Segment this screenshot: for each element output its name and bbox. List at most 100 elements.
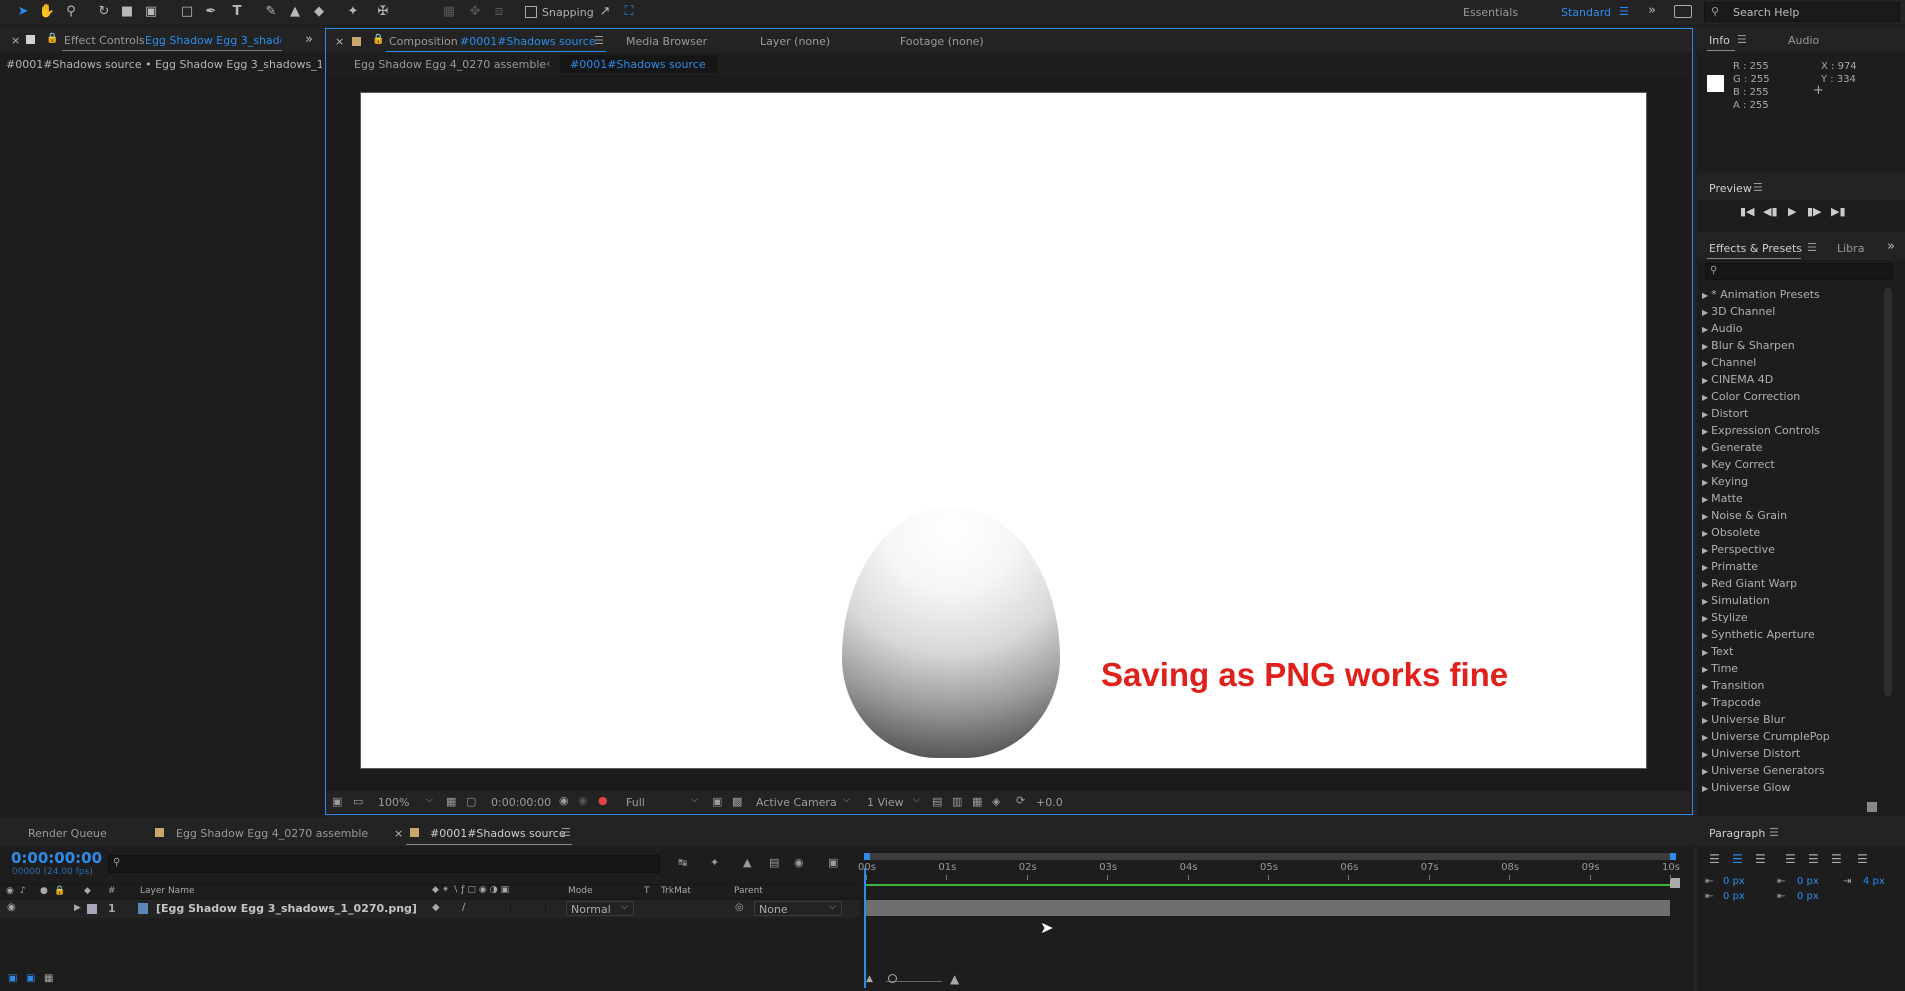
flow-item-current[interactable]: #0001#Shadows source [560, 55, 718, 73]
modes-toggle-icon[interactable]: ▣ [26, 973, 35, 984]
expand-triangle-icon[interactable]: ▶ [1702, 512, 1708, 521]
tab-layer[interactable]: Layer (none) [760, 35, 830, 48]
layer-row[interactable]: ◉ ▶ 1 [Egg Shadow Egg 3_shadows_1_0270.p… [0, 900, 860, 918]
effects-category[interactable]: ▶ Trapcode [1702, 696, 1761, 709]
expand-triangle-icon[interactable]: ▶ [1702, 665, 1708, 674]
axis-view-icon[interactable]: ⧈ [490, 3, 508, 21]
expand-triangle-icon[interactable]: ▶ [1702, 291, 1708, 300]
effects-category[interactable]: ▶ Generate [1702, 441, 1763, 454]
expand-triangle-icon[interactable]: ▶ [1702, 325, 1708, 334]
effect-controls-layer-name[interactable]: Egg Shadow Egg 3_shadov [145, 34, 281, 47]
expand-triangle-icon[interactable]: ▶ [1702, 784, 1708, 793]
new-folder-icon[interactable] [1867, 802, 1877, 812]
timeline-icon[interactable]: ▦ [972, 795, 982, 808]
effects-category[interactable]: ▶ Key Correct [1702, 458, 1775, 471]
tab-info[interactable]: Info [1709, 34, 1730, 47]
zoom-in-icon[interactable]: ▲ [950, 972, 959, 986]
close-timeline-tab-icon[interactable]: × [394, 827, 403, 840]
eraser-tool-icon[interactable]: ◆ [310, 3, 328, 21]
indent-left-value[interactable]: 0 px [1723, 876, 1745, 887]
justify-left-icon[interactable]: ☰ [1785, 852, 1796, 866]
expand-triangle-icon[interactable]: ▶ [1702, 580, 1708, 589]
frame-blending-icon[interactable]: ▤ [769, 856, 779, 869]
zoom-select[interactable]: 100% [378, 796, 409, 809]
selection-tool-icon[interactable]: ➤ [14, 3, 32, 21]
paragraph-menu-icon[interactable]: ☰ [1769, 826, 1779, 839]
views-select[interactable]: 1 View [867, 796, 904, 809]
layer-mode-select[interactable]: Normal ⌵ [566, 901, 634, 916]
expand-triangle-icon[interactable]: ▶ [1702, 444, 1708, 453]
always-preview-icon[interactable]: ▣ [332, 795, 342, 808]
snapshot-camera-icon[interactable]: ◉ [559, 794, 569, 807]
composition-canvas[interactable]: Saving as PNG works fine [360, 92, 1647, 769]
tab-render-queue[interactable]: Render Queue [28, 827, 107, 840]
timeline-current-time[interactable]: 0:00:00:00 [11, 849, 102, 867]
layer-label-color[interactable] [87, 904, 97, 914]
clone-stamp-tool-icon[interactable]: ▲ [286, 3, 304, 21]
effects-category[interactable]: ▶ Text [1702, 645, 1733, 658]
pan-behind-tool-icon[interactable]: ▣ [142, 3, 160, 21]
effects-category[interactable]: ▶ Distort [1702, 407, 1748, 420]
effects-category[interactable]: ▶ Time [1702, 662, 1738, 675]
layer-duration-bar[interactable] [866, 900, 1670, 916]
flow-item-parent[interactable]: Egg Shadow Egg 4_0270 assemble [354, 58, 546, 71]
in-out-toggle-icon[interactable]: ▦ [44, 973, 53, 984]
effects-category[interactable]: ▶ Universe Generators [1702, 764, 1825, 777]
expand-triangle-icon[interactable]: ▶ [1702, 733, 1708, 742]
effects-menu-icon[interactable]: ☰ [1807, 241, 1817, 254]
quality-switch-icon[interactable]: ∕ [462, 902, 465, 913]
expand-triangle-icon[interactable]: ▶ [1702, 682, 1708, 691]
justify-right-icon[interactable]: ☰ [1831, 852, 1842, 866]
camera-chevron-icon[interactable]: ⌵ [843, 795, 850, 805]
tab-shadows-source[interactable]: #0001#Shadows source [430, 827, 566, 840]
effects-category[interactable]: ▶ Matte [1702, 492, 1743, 505]
effects-category[interactable]: ▶ Primatte [1702, 560, 1758, 573]
align-right-icon[interactable]: ☰ [1755, 852, 1766, 866]
effects-category[interactable]: ▶ Transition [1702, 679, 1764, 692]
fast-previews-icon[interactable]: ▥ [952, 795, 962, 808]
views-chevron-icon[interactable]: ⌵ [913, 795, 920, 805]
region-of-interest-icon[interactable]: ▣ [712, 795, 722, 808]
snapping-checkbox[interactable] [525, 6, 537, 18]
comp-switches-icon[interactable]: ▣ [8, 973, 17, 984]
effects-category[interactable]: ▶ * Animation Presets [1702, 288, 1820, 301]
tab-libraries[interactable]: Libra [1837, 242, 1864, 255]
monitor-icon[interactable]: ▭ [353, 795, 363, 808]
layer-expand-icon[interactable]: ▶ [74, 903, 81, 913]
current-time-display[interactable]: 0:00:00:00 [491, 796, 551, 809]
effects-category[interactable]: ▶ Perspective [1702, 543, 1775, 556]
transparency-grid-icon[interactable]: ▩ [732, 795, 742, 808]
toggle-pixel-aspect-icon[interactable]: ▤ [932, 795, 942, 808]
effects-category[interactable]: ▶ Expression Controls [1702, 424, 1820, 437]
effects-category[interactable]: ▶ Universe CrumplePop [1702, 730, 1830, 743]
expand-triangle-icon[interactable]: ▶ [1702, 750, 1708, 759]
effects-category[interactable]: ▶ 3D Channel [1702, 305, 1775, 318]
current-time-indicator[interactable] [864, 868, 866, 988]
work-area-start-handle[interactable] [864, 853, 870, 860]
resolution-select[interactable]: Full [626, 796, 645, 809]
effects-search-input[interactable]: ⚲ [1705, 263, 1893, 280]
effects-category[interactable]: ▶ Simulation [1702, 594, 1770, 607]
tab-media-browser[interactable]: Media Browser [626, 35, 707, 48]
align-left-icon[interactable]: ☰ [1709, 852, 1720, 866]
expand-triangle-icon[interactable]: ▶ [1702, 563, 1708, 572]
axis-world-icon[interactable]: ✥ [466, 3, 484, 21]
axis-local-icon[interactable]: ▦ [440, 3, 458, 21]
rotation-tool-icon[interactable]: ↻ [95, 3, 113, 21]
exposure-value[interactable]: +0.0 [1036, 796, 1063, 809]
justify-center-icon[interactable]: ☰ [1808, 852, 1819, 866]
layer-name[interactable]: [Egg Shadow Egg 3_shadows_1_0270.png] [156, 902, 417, 915]
tab-audio[interactable]: Audio [1788, 34, 1819, 47]
effects-category[interactable]: ▶ Synthetic Aperture [1702, 628, 1815, 641]
tab-footage[interactable]: Footage (none) [900, 35, 984, 48]
expand-triangle-icon[interactable]: ▶ [1702, 410, 1708, 419]
expand-triangle-icon[interactable]: ▶ [1702, 393, 1708, 402]
expand-triangle-icon[interactable]: ▶ [1702, 716, 1708, 725]
expand-triangle-icon[interactable]: ▶ [1702, 461, 1708, 470]
expand-triangle-icon[interactable]: ▶ [1702, 597, 1708, 606]
effects-category[interactable]: ▶ Obsolete [1702, 526, 1760, 539]
col-layer-name[interactable]: Layer Name [140, 886, 195, 896]
expand-triangle-icon[interactable]: ▶ [1702, 478, 1708, 487]
effects-scrollbar[interactable] [1884, 288, 1892, 696]
comp-panel-menu-icon[interactable]: ☰ [594, 34, 604, 47]
